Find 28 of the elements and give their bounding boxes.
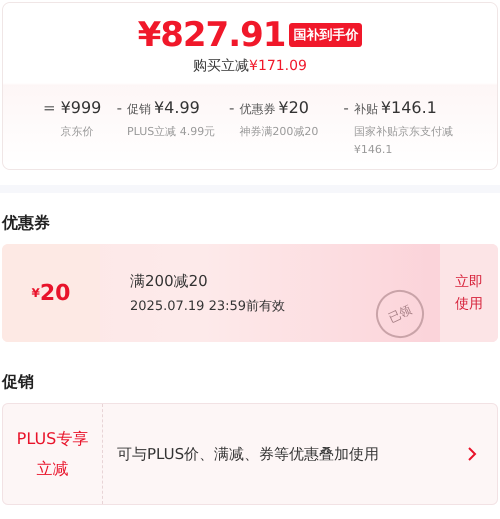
breakdown-note: 国家补贴京东支付减¥146.1 [354, 124, 454, 158]
breakdown-note: 神券满200减20 [239, 124, 320, 140]
breakdown-label: 促销 [127, 101, 151, 118]
breakdown-label: 补贴 [354, 101, 378, 118]
coupon-value: ¥20 [2, 244, 100, 342]
breakdown-amount: ¥20 [278, 97, 309, 119]
breakdown-label: 优惠券 [239, 101, 276, 118]
breakdown-amount: ¥146.1 [380, 97, 437, 119]
promo-tag: PLUS专享立减 [3, 404, 103, 504]
promo-card[interactable]: PLUS专享立减 可与PLUS价、满减、券等优惠叠加使用 [2, 403, 498, 505]
promo-description: 可与PLUS价、满减、券等优惠叠加使用 [116, 444, 380, 464]
section-title: 优惠券 [2, 213, 51, 234]
chevron-right-icon [467, 447, 477, 461]
saving-text: 购买立减¥171.09 [193, 57, 307, 75]
breakdown-note: PLUS立减 4.99元 [127, 124, 216, 140]
operator-sign: = [43, 98, 56, 119]
coupon-validity: 2025.07.19 23:59前有效 [130, 298, 286, 314]
breakdown-note: 京东价 [60, 124, 95, 140]
operator-sign: - [343, 98, 349, 119]
section-title: 促销 [2, 372, 35, 393]
price-badge: 国补到手价 [289, 23, 362, 47]
coupon-condition: 满200减20 [130, 272, 208, 290]
operator-sign: - [116, 98, 122, 119]
breakdown-amount: ¥999 [60, 97, 102, 119]
breakdown-amount: ¥4.99 [154, 97, 200, 119]
use-now-button[interactable]: 立即使用 [440, 244, 498, 342]
final-price: ¥827.91 [138, 15, 286, 55]
operator-sign: - [229, 98, 234, 119]
